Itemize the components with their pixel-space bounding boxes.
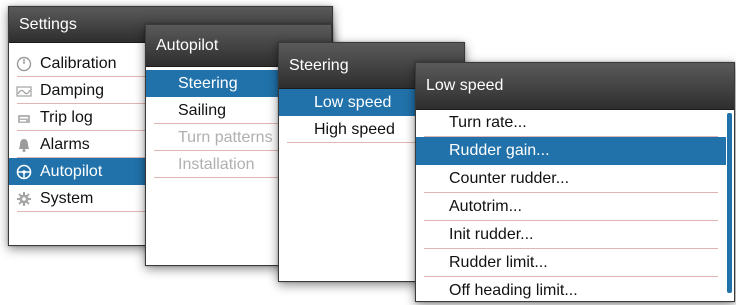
menu-item-label: Calibration — [40, 54, 117, 72]
menu-item-counter-rudder[interactable]: Counter rudder... — [416, 165, 726, 193]
menu-item-label: Autopilot — [40, 162, 103, 180]
alarm-bell-icon — [16, 137, 32, 153]
menu-item-rudder-limit[interactable]: Rudder limit... — [416, 249, 726, 277]
scrollbar[interactable] — [727, 113, 732, 293]
menu-item-label: Autotrim... — [449, 198, 522, 215]
menu-item-label: Low speed — [314, 93, 392, 111]
damping-icon — [16, 83, 32, 99]
menu-item-init-rudder[interactable]: Init rudder... — [416, 221, 726, 249]
calibration-icon — [16, 56, 32, 72]
menu-item-label: System — [40, 189, 94, 207]
menu-item-label: Installation — [178, 155, 255, 173]
menu-item-off-heading-limit[interactable]: Off heading limit... — [416, 277, 726, 301]
menu-item-label: Turn rate... — [449, 114, 527, 131]
gear-icon — [16, 191, 32, 207]
steering-wheel-icon — [16, 164, 32, 180]
menu-item-label: Counter rudder... — [449, 170, 570, 187]
menu-item-label: Sailing — [178, 101, 227, 119]
menu-item-label: Trip log — [40, 108, 93, 126]
menu-item-rudder-gain[interactable]: Rudder gain... — [416, 137, 726, 165]
menu-item-autotrim[interactable]: Autotrim... — [416, 193, 726, 221]
menu-item-label: Off heading limit... — [449, 282, 578, 299]
menu-item-label: High speed — [314, 120, 395, 138]
menu-item-label: Steering — [178, 74, 238, 92]
menu-item-label: Alarms — [40, 135, 90, 153]
menu-item-turn-rate[interactable]: Turn rate... — [416, 109, 726, 137]
low-speed-title: Low speed — [416, 63, 734, 110]
menu-item-label: Rudder limit... — [449, 254, 548, 271]
menu-item-label: Rudder gain... — [449, 142, 550, 159]
low-speed-menu-panel: Low speed Turn rate... Rudder gain... Co… — [415, 62, 735, 302]
menu-item-label: Turn patterns — [178, 128, 273, 146]
menu-item-label: Damping — [40, 81, 105, 99]
menu-item-label: Init rudder... — [449, 226, 534, 243]
trip-log-icon — [16, 110, 32, 126]
